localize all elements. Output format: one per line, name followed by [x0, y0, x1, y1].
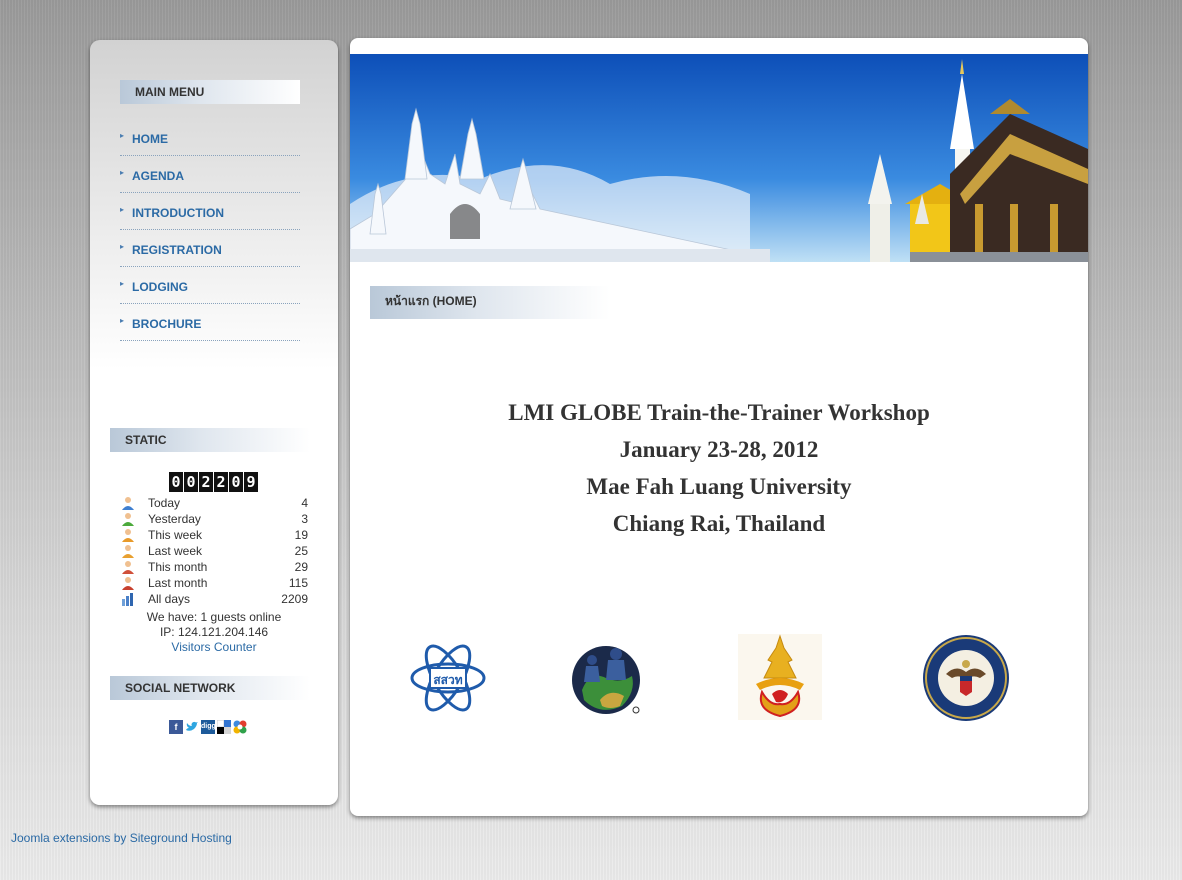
menu-link-agenda[interactable]: AGENDA — [132, 169, 184, 183]
chevron-right-icon: ▸ — [120, 168, 125, 177]
menu-link-introduction[interactable]: INTRODUCTION — [132, 206, 224, 220]
social-icons: f digg — [169, 719, 247, 734]
stat-row-this-month: This month 29 — [120, 559, 308, 575]
user-green-icon — [122, 513, 134, 526]
menu-item-lodging[interactable]: ▸ LODGING — [120, 268, 300, 304]
stat-row-yesterday: Yesterday 3 — [120, 511, 308, 527]
chevron-right-icon: ▸ — [120, 242, 125, 251]
temple-banner-image — [350, 54, 1088, 262]
main-menu-heading: MAIN MENU — [120, 80, 300, 104]
menu-item-introduction[interactable]: ▸ INTRODUCTION — [120, 194, 300, 230]
ip-address-text: IP: 124.121.204.146 — [159, 625, 269, 639]
counter-digit: 0 — [184, 472, 198, 492]
menu-link-lodging[interactable]: LODGING — [132, 280, 188, 294]
counter-digit: 2 — [199, 472, 213, 492]
workshop-dates: January 23-28, 2012 — [619, 437, 819, 462]
ipst-logo: สสวท — [408, 638, 488, 718]
counter-digit: 2 — [214, 472, 228, 492]
globe-program-logo — [570, 640, 644, 716]
stat-value: 2209 — [281, 592, 308, 606]
stat-value: 25 — [294, 544, 308, 558]
social-network-heading: SOCIAL NETWORK — [110, 676, 310, 700]
page-heading-bar: หน้าแรก (HOME) — [370, 286, 610, 319]
mae-fah-luang-university-logo — [738, 634, 822, 720]
google-icon[interactable] — [233, 720, 247, 734]
stat-label: Today — [148, 496, 181, 510]
user-orange-icon — [122, 529, 134, 542]
stat-label: Yesterday — [148, 512, 201, 526]
footer-credit-link[interactable]: Joomla extensions by Siteground Hosting — [11, 831, 232, 845]
facebook-icon[interactable]: f — [169, 720, 183, 734]
menu-link-home[interactable]: HOME — [132, 132, 168, 146]
twitter-icon[interactable] — [185, 720, 199, 734]
counter-digit: 9 — [244, 472, 258, 492]
delicious-icon[interactable] — [216, 719, 231, 734]
ipst-logo-text: สสวท — [433, 673, 462, 687]
menu-item-brochure[interactable]: ▸ BROCHURE — [120, 305, 300, 341]
visitor-stats: Today 4 Yesterday 3 This week 19 Last we… — [120, 495, 308, 607]
chevron-right-icon: ▸ — [120, 279, 125, 288]
stat-value: 4 — [301, 496, 308, 510]
menu-item-home[interactable]: ▸ HOME — [120, 120, 300, 156]
workshop-venue: Mae Fah Luang University — [586, 474, 852, 499]
chevron-right-icon: ▸ — [120, 205, 125, 214]
stat-label: All days — [148, 592, 191, 606]
stat-label: This month — [148, 560, 208, 574]
user-red-icon — [122, 577, 134, 590]
page-title: หน้าแรก (HOME) — [385, 294, 477, 308]
static-heading: STATIC — [110, 428, 310, 452]
stat-label: Last month — [148, 576, 208, 590]
bar-chart-icon — [122, 593, 133, 606]
main-content-panel: หน้าแรก (HOME) LMI GLOBE Train-the-Train… — [350, 38, 1088, 816]
stat-label: This week — [148, 528, 203, 542]
social-network-title: SOCIAL NETWORK — [125, 681, 236, 695]
main-menu-title: MAIN MENU — [135, 85, 205, 99]
stat-label: Last week — [148, 544, 203, 558]
menu-item-agenda[interactable]: ▸ AGENDA — [120, 157, 300, 193]
stat-value: 29 — [294, 560, 308, 574]
user-red-icon — [122, 561, 134, 574]
user-blue-icon — [122, 497, 134, 510]
user-orange-icon — [122, 545, 134, 558]
menu-item-registration[interactable]: ▸ REGISTRATION — [120, 231, 300, 267]
menu-link-registration[interactable]: REGISTRATION — [132, 243, 222, 257]
stat-row-last-week: Last week 25 — [120, 543, 308, 559]
stat-row-this-week: This week 19 — [120, 527, 308, 543]
main-menu: ▸ HOME ▸ AGENDA ▸ INTRODUCTION ▸ REGISTRATIO… — [120, 120, 300, 342]
visitors-counter-link[interactable]: Visitors Counter — [110, 640, 318, 654]
chevron-right-icon: ▸ — [120, 131, 125, 140]
stat-row-all-days: All days 2209 — [120, 591, 308, 607]
workshop-title: LMI GLOBE Train-the-Trainer Workshop — [508, 400, 930, 425]
guests-online-text: We have: 1 guests online — [146, 610, 282, 624]
counter-digit: 0 — [169, 472, 183, 492]
stat-value: 3 — [301, 512, 308, 526]
static-title: STATIC — [125, 433, 167, 447]
stat-value: 19 — [294, 528, 308, 542]
chevron-right-icon: ▸ — [120, 316, 125, 325]
stat-row-today: Today 4 — [120, 495, 308, 511]
workshop-location: Chiang Rai, Thailand — [612, 511, 826, 536]
visitor-counter: 0 0 2 2 0 9 — [169, 472, 258, 492]
us-department-of-state-seal — [922, 634, 1010, 722]
menu-link-brochure[interactable]: BROCHURE — [132, 317, 201, 331]
counter-digit: 0 — [229, 472, 243, 492]
stat-value: 115 — [288, 576, 308, 590]
stat-row-last-month: Last month 115 — [120, 575, 308, 591]
digg-icon[interactable]: digg — [201, 720, 216, 734]
